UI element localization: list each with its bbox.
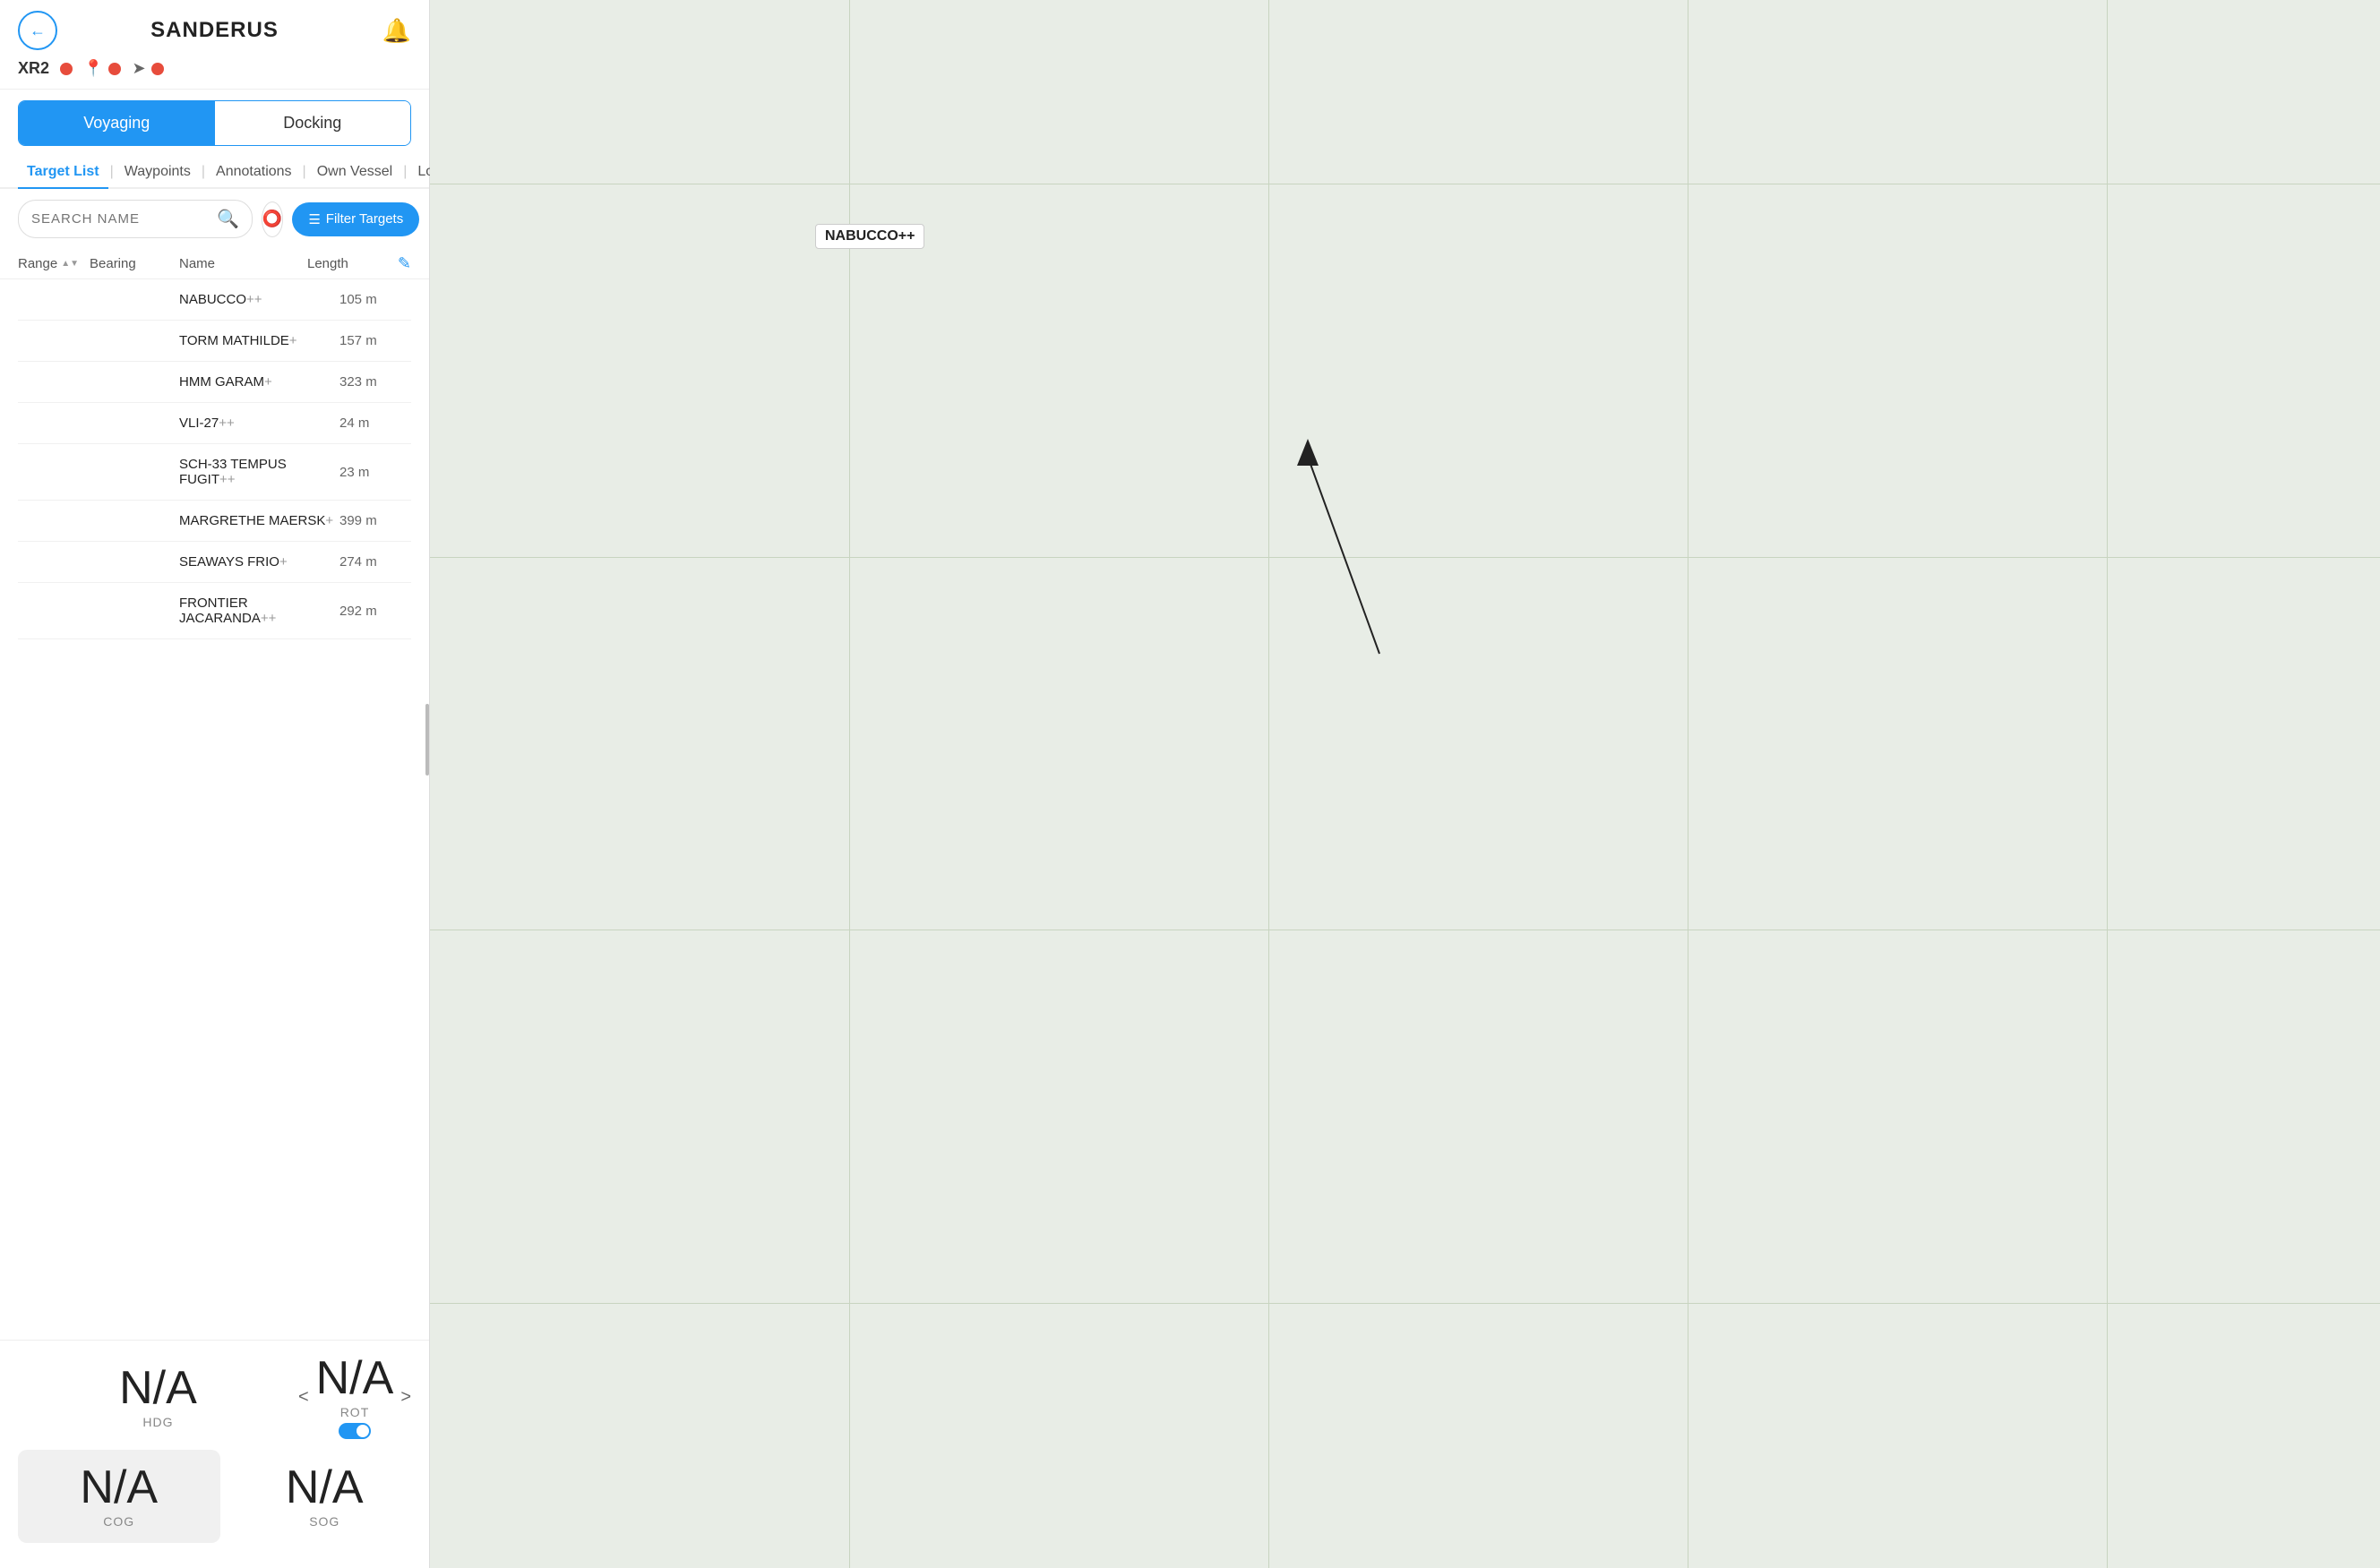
hdg-label: HDG: [142, 1415, 173, 1429]
target-list: NABUCCO++ 105 m TORM MATHILDE+ 157 m HMM…: [0, 279, 429, 1340]
sep-1: |: [108, 157, 116, 187]
ship-arrow: [1297, 439, 1319, 466]
sep-2: |: [200, 157, 207, 187]
mode-tabs: Voyaging Docking: [18, 100, 411, 146]
tab-voyaging[interactable]: Voyaging: [19, 101, 215, 145]
rot-toggle[interactable]: [339, 1423, 371, 1439]
col-header-name: Name: [179, 256, 307, 271]
status-group-1: [60, 63, 73, 75]
app-title: SANDERUS: [150, 18, 279, 43]
search-input[interactable]: [31, 211, 210, 227]
edit-icon: ✎: [398, 254, 411, 273]
filter-targets-button[interactable]: ☰ Filter Targets: [292, 202, 419, 236]
table-row[interactable]: TORM MATHILDE+ 157 m: [18, 321, 411, 362]
row-name-4: SCH-33 TEMPUS FUGIT++: [179, 457, 339, 487]
send-icon: ➤: [132, 59, 145, 78]
ship-label-nabucco[interactable]: NABUCCO++: [815, 224, 924, 249]
row-name-0: NABUCCO++: [179, 292, 339, 307]
row-length-1: 157 m: [339, 333, 411, 348]
notification-icon[interactable]: 🔔: [382, 17, 411, 45]
status-dot-1: [60, 63, 73, 75]
map-svg: [430, 0, 2380, 1568]
status-bar: XR2 📍 ➤: [0, 52, 429, 90]
rot-label: ROT: [340, 1405, 370, 1419]
row-length-6: 274 m: [339, 554, 411, 570]
sog-label: SOG: [309, 1514, 339, 1529]
row-length-7: 292 m: [339, 604, 411, 619]
row-length-4: 23 m: [339, 465, 411, 480]
sep-4: |: [401, 157, 408, 187]
sort-arrows-range: ▲▼: [61, 259, 79, 269]
tab-docking[interactable]: Docking: [215, 101, 411, 145]
cog-value: N/A: [80, 1464, 158, 1511]
back-icon: ←: [30, 21, 46, 40]
filter-lines-icon: ☰: [308, 211, 320, 227]
left-panel: ← SANDERUS 🔔 XR2 📍 ➤ Voyaging Docking Ta…: [0, 0, 430, 1568]
search-area: 🔍 ⭕ ☰ Filter Targets: [0, 189, 429, 249]
status-group-2: 📍: [83, 59, 121, 78]
table-header: Range ▲▼ Bearing Name Length ✎: [0, 249, 429, 279]
back-button[interactable]: ←: [18, 11, 57, 50]
cog-block: N/A COG: [18, 1450, 220, 1543]
scroll-indicator[interactable]: [425, 704, 429, 775]
row-name-3: VLI-27++: [179, 416, 339, 431]
table-row[interactable]: SEAWAYS FRIO+ 274 m: [18, 542, 411, 583]
hdg-value: N/A: [119, 1365, 197, 1411]
table-row[interactable]: NABUCCO++ 105 m: [18, 279, 411, 321]
col-header-bearing: Bearing: [90, 256, 179, 271]
sog-value: N/A: [286, 1464, 364, 1511]
rot-block: N/A ROT: [316, 1355, 394, 1439]
status-group-3: ➤: [132, 59, 163, 78]
nav-tab-annotations[interactable]: Annotations: [207, 157, 301, 187]
instrument-row-2: N/A COG N/A SOG: [18, 1450, 411, 1543]
filter-circle-icon: ⭕: [262, 210, 282, 228]
table-row[interactable]: FRONTIER JACARANDA++ 292 m: [18, 583, 411, 639]
row-length-3: 24 m: [339, 416, 411, 431]
filter-circle-button[interactable]: ⭕: [262, 201, 283, 237]
table-row[interactable]: SCH-33 TEMPUS FUGIT++ 23 m: [18, 444, 411, 501]
row-length-0: 105 m: [339, 292, 411, 307]
header: ← SANDERUS 🔔: [0, 0, 429, 52]
vessel-id: XR2: [18, 59, 49, 78]
search-box: 🔍: [18, 200, 253, 238]
cog-label: COG: [103, 1514, 134, 1529]
col-header-length: Length: [307, 256, 379, 271]
col-header-range[interactable]: Range ▲▼: [18, 256, 90, 271]
row-name-5: MARGRETHE MAERSK+: [179, 513, 339, 528]
col-header-edit[interactable]: ✎: [379, 254, 411, 273]
row-name-1: TORM MATHILDE+: [179, 333, 339, 348]
nav-tab-target-list[interactable]: Target List: [18, 157, 108, 187]
row-name-2: HMM GARAM+: [179, 374, 339, 390]
ship-trajectory-line: [1308, 457, 1379, 654]
table-row[interactable]: HMM GARAM+ 323 m: [18, 362, 411, 403]
filter-targets-label: Filter Targets: [326, 211, 403, 227]
hdg-block: N/A HDG: [18, 1365, 298, 1429]
nav-tab-own-vessel[interactable]: Own Vessel: [308, 157, 401, 187]
row-length-2: 323 m: [339, 374, 411, 390]
rot-nav: < N/A ROT >: [298, 1355, 411, 1439]
table-row[interactable]: MARGRETHE MAERSK+ 399 m: [18, 501, 411, 542]
location-icon: 📍: [83, 59, 103, 78]
instrument-row-1: N/A HDG < N/A ROT >: [18, 1355, 411, 1439]
status-dot-3: [151, 63, 164, 75]
instrument-panel: N/A HDG < N/A ROT > N/A COG N/A: [0, 1340, 429, 1568]
nav-tabs: Target List | Waypoints | Annotations | …: [0, 157, 429, 189]
rot-value: N/A: [316, 1355, 394, 1401]
row-length-5: 399 m: [339, 513, 411, 528]
row-name-6: SEAWAYS FRIO+: [179, 554, 339, 570]
nav-tab-waypoints[interactable]: Waypoints: [116, 157, 200, 187]
sog-block: N/A SOG: [238, 1464, 412, 1529]
sep-3: |: [301, 157, 308, 187]
rot-next-arrow[interactable]: >: [400, 1387, 411, 1408]
table-row[interactable]: VLI-27++ 24 m: [18, 403, 411, 444]
status-dot-2: [108, 63, 121, 75]
map-panel[interactable]: NABUCCO++: [430, 0, 2380, 1568]
row-name-7: FRONTIER JACARANDA++: [179, 595, 339, 626]
rot-prev-arrow[interactable]: <: [298, 1387, 309, 1408]
search-icon[interactable]: 🔍: [217, 208, 239, 230]
